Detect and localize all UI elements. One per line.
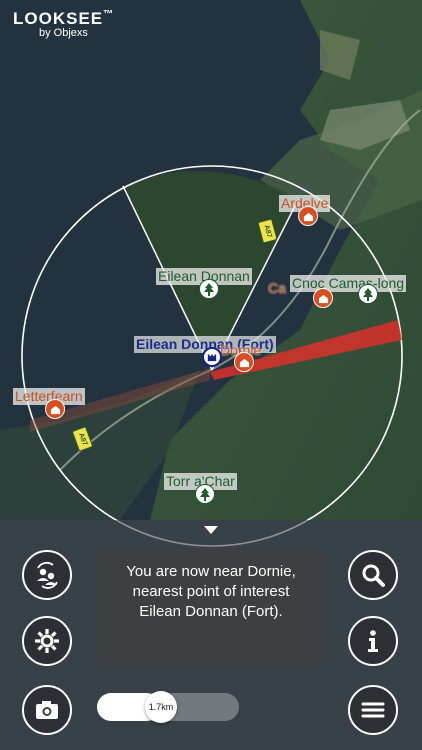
poi-label-cnoc-camas-long[interactable]: Cnoc Camas-long	[290, 275, 407, 292]
menu-list-icon	[361, 702, 385, 718]
message-text: You are now near Dornie, nearest point o…	[126, 563, 296, 620]
switch-users-icon	[37, 561, 58, 589]
range-slider-knob[interactable]: 1.7km	[145, 691, 177, 723]
collapse-chevron-icon[interactable]	[204, 526, 218, 534]
info-button[interactable]	[348, 616, 398, 666]
menu-button[interactable]	[348, 685, 398, 735]
castle-pin-icon[interactable]	[202, 347, 222, 367]
search-button[interactable]	[348, 550, 398, 600]
house-pin-icon[interactable]	[298, 206, 318, 226]
app-logo: LOOKSEE™ by Objexs	[13, 9, 114, 39]
gear-icon	[35, 629, 59, 653]
range-value: 1.7km	[148, 702, 174, 712]
brand-name: LOOKSEE	[13, 9, 104, 28]
tree-pin-icon[interactable]	[195, 484, 215, 504]
tree-pin-icon[interactable]	[358, 284, 378, 304]
switch-users-button[interactable]	[22, 550, 72, 600]
info-icon	[368, 630, 378, 652]
tree-pin-icon[interactable]	[199, 279, 219, 299]
house-pin-icon[interactable]	[234, 352, 254, 372]
brand-trademark: ™	[103, 9, 115, 20]
poi-label-caisteal[interactable]: Ca	[266, 280, 288, 297]
range-slider[interactable]: 1.7km	[97, 691, 239, 723]
proximity-message: You are now near Dornie, nearest point o…	[96, 548, 326, 666]
search-icon	[362, 564, 385, 587]
camera-button[interactable]	[22, 685, 72, 735]
settings-button[interactable]	[22, 616, 72, 666]
house-pin-icon[interactable]	[45, 399, 65, 419]
house-pin-icon[interactable]	[313, 288, 333, 308]
camera-icon	[36, 701, 58, 719]
